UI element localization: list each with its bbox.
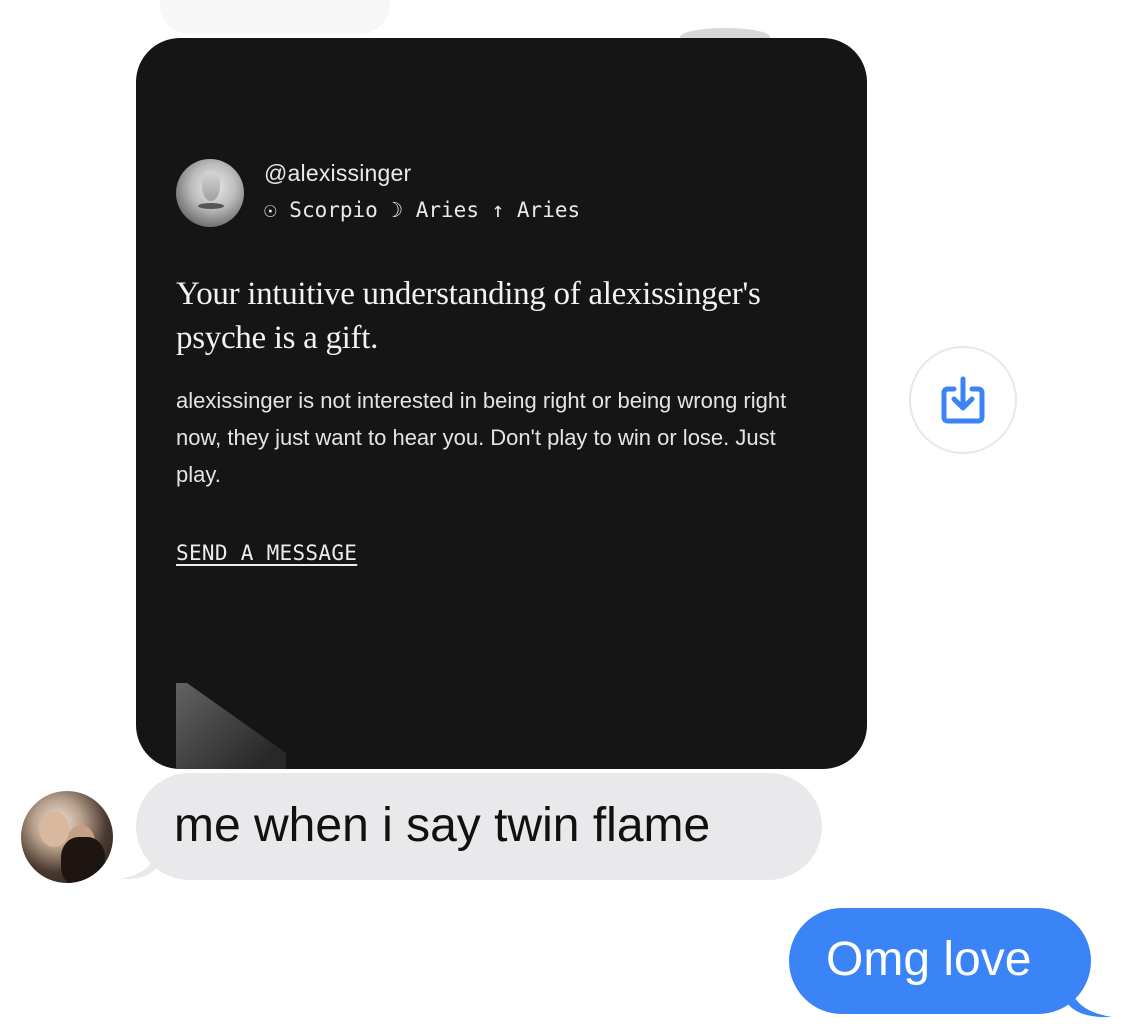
download-tray-icon: [941, 376, 985, 424]
rising-arrow-icon: ↑: [491, 198, 517, 222]
rising-sign: Aries: [516, 198, 581, 222]
save-button[interactable]: [909, 346, 1017, 454]
avatar-hair: [61, 837, 105, 883]
shared-reading-card[interactable]: @alexissinger ☉ Scorpio ☽ Aries ↑ Aries …: [136, 38, 867, 769]
outgoing-message-text: Omg love: [826, 933, 1032, 986]
send-a-message-link[interactable]: SEND A MESSAGE: [176, 541, 357, 565]
sender-avatar[interactable]: [21, 791, 113, 883]
avatar-sculpture-lip: [198, 203, 224, 209]
card-decorative-image: [176, 683, 286, 769]
avatar-sculpture-nose: [202, 171, 220, 201]
card-body-text: alexissinger is not interested in being …: [176, 388, 787, 487]
zodiac-signs: ☉ Scorpio ☽ Aries ↑ Aries: [264, 198, 580, 222]
moon-icon: ☽: [390, 198, 416, 222]
profile-handle: @alexissinger: [264, 160, 412, 186]
avatar-person-1: [39, 811, 69, 847]
card-headline: Your intuitive understanding of alexissi…: [176, 276, 761, 356]
sun-sign: Scorpio: [289, 198, 391, 222]
previous-message-bubble-edge: [160, 0, 390, 34]
incoming-message-text: me when i say twin flame: [174, 799, 711, 852]
sun-icon: ☉: [264, 198, 290, 222]
profile-avatar: [176, 159, 244, 227]
moon-sign: Aries: [415, 198, 492, 222]
